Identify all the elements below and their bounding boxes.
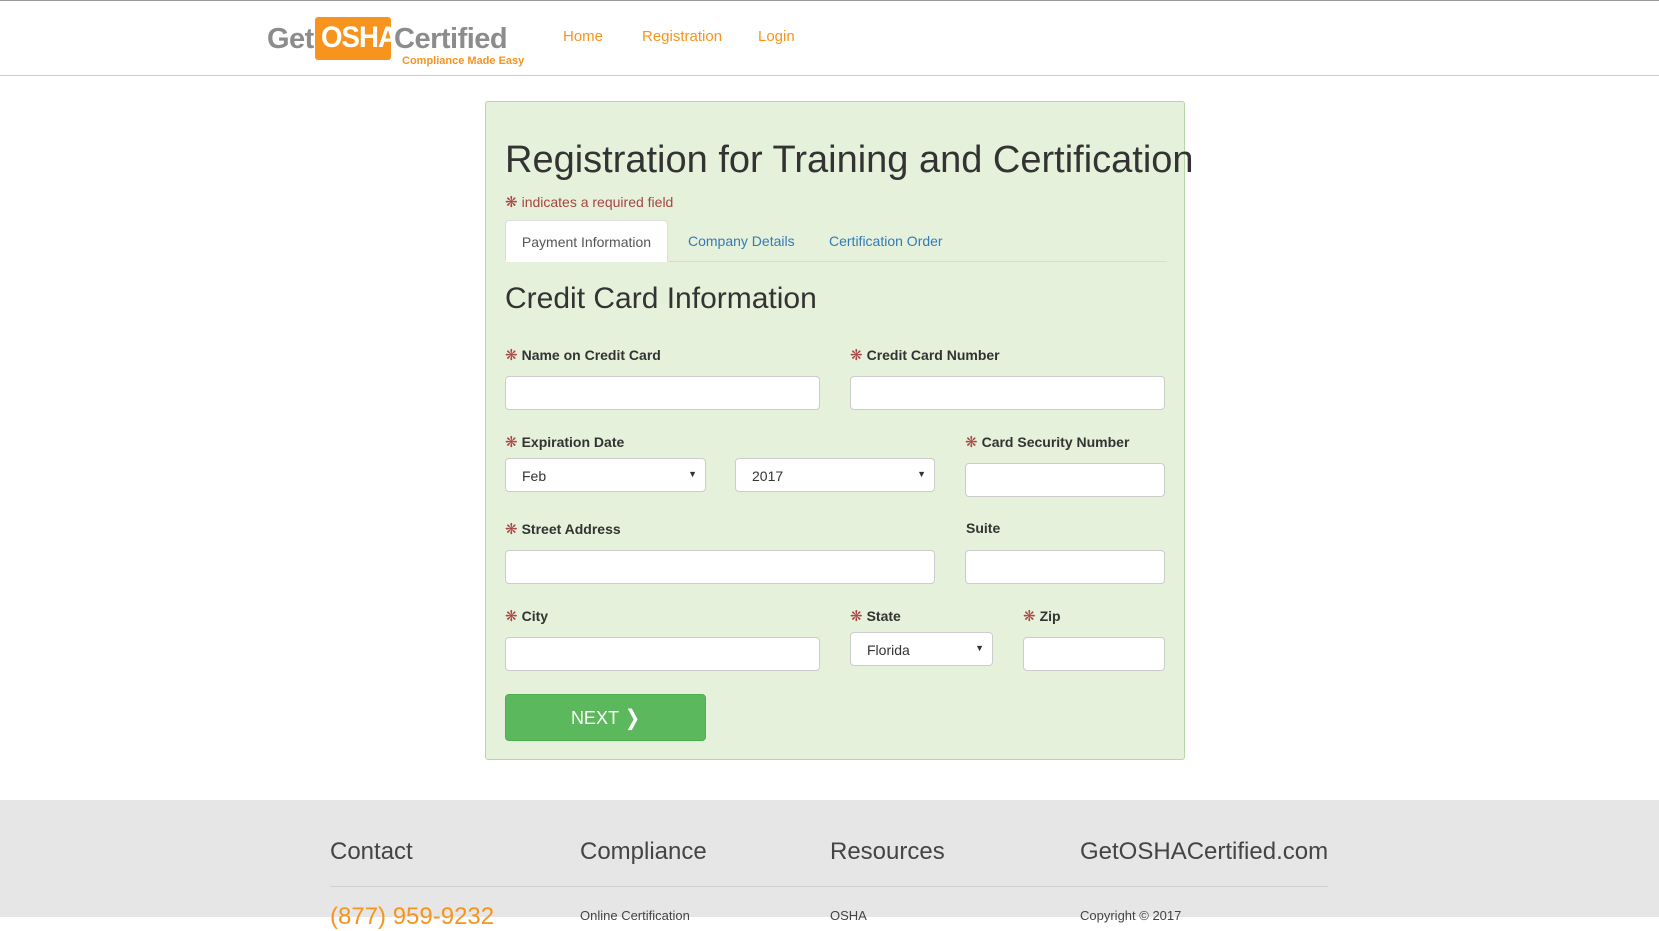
expiration-month-value: Feb [522,468,547,484]
asterisk-icon: ❋ [850,347,863,364]
logo-tagline: Compliance Made Easy [402,55,525,67]
label-state: ❋ State [850,608,901,625]
state-value: Florida [867,642,910,658]
label-expiration-date: ❋ Expiration Date [505,434,625,451]
site-logo[interactable]: Get OSHA Certified Compliance Made Easy [267,15,535,69]
asterisk-icon: ❋ [850,608,863,625]
footer-link-online-certification[interactable]: Online Certification [580,908,690,923]
asterisk-icon: ❋ [505,434,518,451]
footer-divider [330,886,1328,887]
footer-link-osha[interactable]: OSHA [830,908,867,923]
asterisk-icon: ❋ [505,608,518,625]
footer-copyright: Copyright © 2017 [1080,908,1182,923]
tab-payment-information[interactable]: Payment Information [505,220,668,262]
footer-heading-contact: Contact [330,838,413,865]
asterisk-icon: ❋ [505,521,518,538]
label-city: ❋ City [505,608,549,625]
label-suite: Suite [966,520,1001,536]
nav-login[interactable]: Login [758,28,795,45]
label-card-number: ❋ Credit Card Number [850,347,1000,364]
nav-registration[interactable]: Registration [642,28,722,45]
chevron-right-icon: ❯ [624,705,641,730]
logo-certified: Certified [394,23,508,55]
label-card-security: ❋ Card Security Number [965,434,1130,451]
footer-heading-resources: Resources [830,838,945,865]
label-zip: ❋ Zip [1023,608,1061,625]
label-street-address: ❋ Street Address [505,521,621,538]
tab-company-details[interactable]: Company Details [688,220,795,262]
registration-panel: Registration for Training and Certificat… [485,101,1194,760]
suite-input[interactable] [965,550,1165,584]
site-header: Get OSHA Certified Compliance Made Easy … [0,0,1659,76]
footer-phone[interactable]: (877) 959-9232 [330,903,494,931]
expiration-year-value: 2017 [752,468,784,484]
caret-down-icon: ▼ [688,469,697,479]
logo-get: Get [267,23,314,55]
page-title: Registration for Training and Certificat… [505,139,1194,181]
asterisk-icon: ❋ [505,347,518,364]
next-button-label: NEXT [570,708,619,728]
next-button[interactable]: NEXT ❯ [505,694,706,741]
city-input[interactable] [505,637,820,671]
name-on-card-input[interactable] [505,376,820,410]
expiration-year-select[interactable]: 2017 ▼ [735,458,935,492]
card-security-input[interactable] [965,463,1165,497]
caret-down-icon: ▼ [975,643,984,653]
card-number-input[interactable] [850,376,1165,410]
zip-input[interactable] [1023,637,1165,671]
asterisk-icon: ❋ [505,194,518,211]
nav-home[interactable]: Home [563,28,603,45]
required-note: ❋ indicates a required field [505,193,673,211]
asterisk-icon: ❋ [1023,608,1036,625]
label-name-on-card: ❋ Name on Credit Card [505,347,661,364]
required-note-text: indicates a required field [521,194,674,210]
state-select[interactable]: Florida ▼ [850,632,993,666]
caret-down-icon: ▼ [917,469,926,479]
tab-certification-order[interactable]: Certification Order [829,220,943,262]
footer-heading-compliance: Compliance [580,838,707,865]
site-footer: Contact Compliance Resources GetOSHACert… [0,800,1659,930]
asterisk-icon: ❋ [965,434,978,451]
section-title: Credit Card Information [505,282,817,315]
street-address-input[interactable] [505,550,935,584]
footer-heading-site: GetOSHACertified.com [1080,838,1329,865]
expiration-month-select[interactable]: Feb ▼ [505,458,706,492]
logo-osha: OSHA [321,21,398,54]
